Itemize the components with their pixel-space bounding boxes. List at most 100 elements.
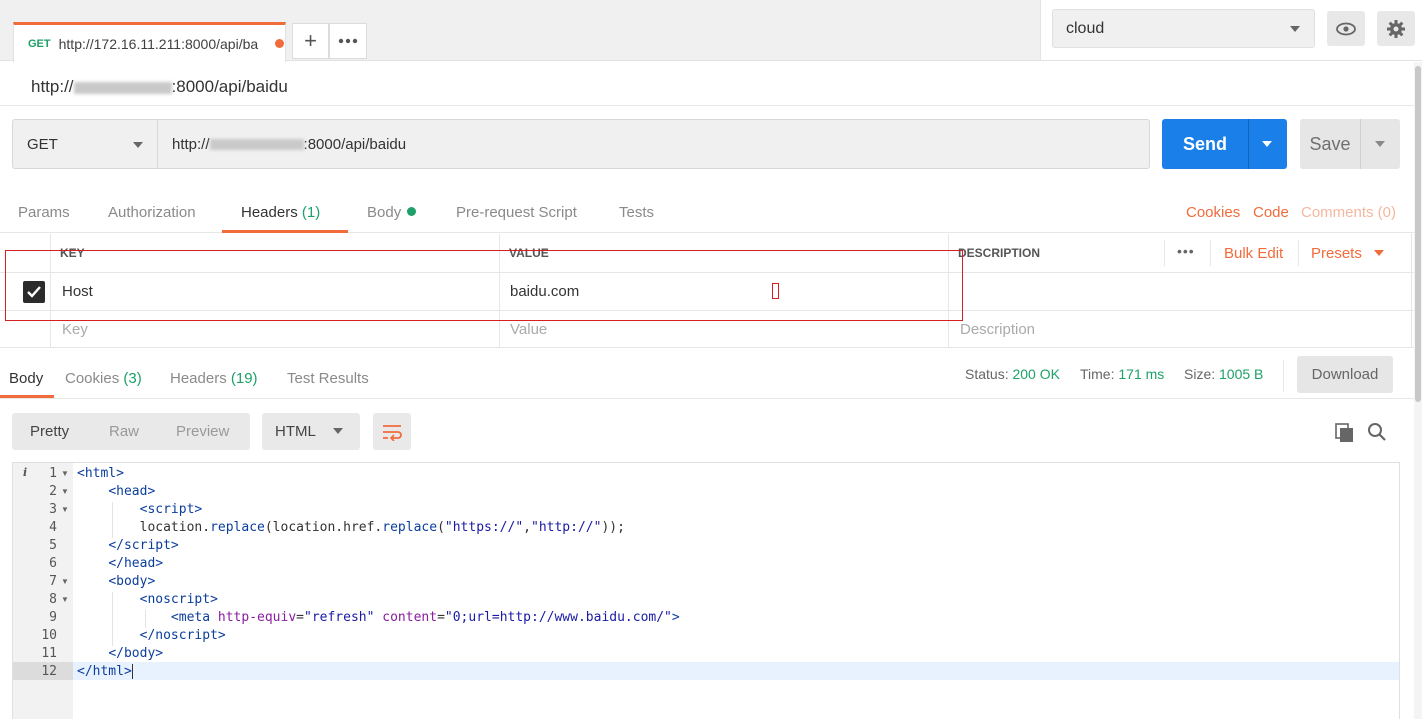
code-line: <html> bbox=[77, 466, 124, 481]
line-number: 4 bbox=[49, 520, 57, 535]
redacted-host bbox=[209, 138, 304, 150]
new-key-input[interactable]: Key bbox=[62, 321, 88, 338]
code-line: <head> bbox=[108, 484, 156, 499]
presets-label: Presets bbox=[1311, 245, 1362, 262]
line-number: 2 bbox=[49, 484, 57, 499]
active-line-highlight bbox=[73, 662, 1399, 680]
line-number: 12 bbox=[41, 664, 57, 679]
time-value: 171 ms bbox=[1118, 366, 1165, 382]
settings-button[interactable] bbox=[1377, 11, 1415, 46]
status-readout: Status: 200 OK bbox=[965, 366, 1060, 382]
code-line: </html> bbox=[77, 664, 133, 679]
active-tab-indicator bbox=[0, 395, 54, 398]
cookies-link[interactable]: Cookies bbox=[1186, 204, 1240, 221]
code-line: location.replace(location.href.replace("… bbox=[77, 520, 625, 535]
text-cursor-annotation bbox=[772, 283, 779, 299]
search-button[interactable] bbox=[1367, 422, 1387, 447]
response-tab-cookies[interactable]: Cookies (3) bbox=[65, 370, 142, 387]
more-horizontal-icon bbox=[338, 38, 358, 44]
code-link[interactable]: Code bbox=[1253, 204, 1289, 221]
divider bbox=[1210, 240, 1211, 266]
send-divider bbox=[1248, 119, 1249, 169]
save-divider bbox=[1360, 119, 1361, 169]
send-label: Send bbox=[1182, 133, 1227, 154]
comments-link[interactable]: Comments (0) bbox=[1301, 204, 1396, 221]
body-indicator-dot-icon bbox=[407, 207, 417, 216]
plus-icon: + bbox=[304, 28, 317, 53]
new-tab-button[interactable]: + bbox=[292, 23, 329, 59]
bulk-edit-link[interactable]: Bulk Edit bbox=[1224, 245, 1283, 262]
highlight-annotation bbox=[5, 250, 963, 321]
response-tab-headers-count: (19) bbox=[230, 370, 258, 387]
line-number: 6 bbox=[49, 556, 57, 571]
status-value: 200 OK bbox=[1012, 366, 1060, 382]
code-line: <body> bbox=[108, 574, 156, 589]
send-button[interactable]: Send bbox=[1162, 119, 1287, 169]
gear-icon bbox=[1387, 19, 1405, 38]
response-tab-test-results[interactable]: Test Results bbox=[287, 370, 369, 387]
new-description-input[interactable]: Description bbox=[960, 321, 1035, 338]
tab-pre-request-script[interactable]: Pre-request Script bbox=[456, 204, 577, 221]
scrollbar-thumb[interactable] bbox=[1415, 66, 1421, 402]
save-button[interactable]: Save bbox=[1300, 119, 1400, 169]
save-options-caret-icon[interactable] bbox=[1375, 141, 1385, 147]
method-value: GET bbox=[27, 135, 58, 153]
request-name[interactable]: http://:8000/api/baidu bbox=[31, 77, 288, 97]
line-number: 1 bbox=[49, 466, 57, 481]
request-tab-method: GET bbox=[28, 37, 51, 50]
tab-authorization[interactable]: Authorization bbox=[108, 204, 196, 221]
response-tab-body[interactable]: Body bbox=[9, 370, 43, 387]
request-tab[interactable]: GET http://172.16.11.211:8000/api/ba bbox=[13, 22, 286, 62]
divider bbox=[1411, 234, 1412, 348]
format-raw[interactable]: Raw bbox=[109, 423, 139, 440]
size-value: 1005 B bbox=[1219, 366, 1264, 382]
line-number: 11 bbox=[41, 646, 57, 661]
status-label: Status: bbox=[965, 366, 1009, 382]
language-value: HTML bbox=[275, 423, 316, 440]
fold-arrow-icon[interactable]: ▼ bbox=[61, 595, 69, 604]
environment-select[interactable]: cloud bbox=[1052, 9, 1315, 48]
download-button[interactable]: Download bbox=[1297, 356, 1393, 393]
table-more-button[interactable]: ••• bbox=[1177, 243, 1195, 259]
copy-button[interactable] bbox=[1335, 423, 1355, 448]
chevron-down-icon bbox=[1374, 250, 1385, 256]
format-preview[interactable]: Preview bbox=[176, 423, 229, 440]
tab-body[interactable]: Body bbox=[367, 204, 417, 221]
wrap-icon bbox=[383, 424, 402, 441]
size-readout: Size: 1005 B bbox=[1184, 366, 1263, 382]
time-label: Time: bbox=[1080, 366, 1115, 382]
send-options-caret-icon[interactable] bbox=[1262, 141, 1272, 147]
url-prefix: http:// bbox=[172, 135, 210, 153]
chevron-down-icon bbox=[333, 428, 343, 434]
redacted-host bbox=[73, 81, 172, 94]
response-body-editor[interactable]: i 1 2 3 4 5 6 7 8 9 10 11 12 ▼ ▼ ▼ ▼ ▼ <… bbox=[12, 462, 1400, 719]
response-tab-headers[interactable]: Headers (19) bbox=[170, 370, 258, 387]
tab-headers[interactable]: Headers (1) bbox=[241, 204, 320, 221]
line-number: 7 bbox=[49, 574, 57, 589]
tab-body-label: Body bbox=[367, 204, 402, 221]
size-label: Size: bbox=[1184, 366, 1216, 382]
tab-params[interactable]: Params bbox=[18, 204, 70, 221]
search-icon bbox=[1368, 423, 1386, 441]
method-select[interactable]: GET bbox=[12, 119, 158, 169]
fold-arrow-icon[interactable]: ▼ bbox=[61, 469, 69, 478]
new-value-input[interactable]: Value bbox=[510, 321, 547, 338]
fold-arrow-icon[interactable]: ▼ bbox=[61, 577, 69, 586]
environment-selected: cloud bbox=[1066, 19, 1105, 37]
line-number: 8 bbox=[49, 592, 57, 607]
response-tab-cookies-count: (3) bbox=[123, 370, 142, 387]
request-name-suffix: :8000/api/baidu bbox=[171, 77, 288, 96]
url-input[interactable]: http:// :8000/api/baidu bbox=[157, 119, 1150, 169]
fold-arrow-icon[interactable]: ▼ bbox=[61, 487, 69, 496]
format-pretty[interactable]: Pretty bbox=[30, 423, 69, 440]
fold-arrow-icon[interactable]: ▼ bbox=[61, 505, 69, 514]
url-suffix: :8000/api/baidu bbox=[303, 135, 407, 153]
tab-tests[interactable]: Tests bbox=[619, 204, 654, 221]
wrap-lines-button[interactable] bbox=[373, 413, 411, 450]
code-line: </head> bbox=[108, 556, 164, 571]
language-select[interactable]: HTML bbox=[262, 413, 360, 450]
tab-options-button[interactable] bbox=[329, 23, 367, 59]
presets-dropdown[interactable]: Presets bbox=[1311, 245, 1385, 262]
request-tab-url: http://172.16.11.211:8000/api/ba bbox=[58, 35, 259, 52]
environment-quick-look-button[interactable] bbox=[1327, 11, 1365, 46]
